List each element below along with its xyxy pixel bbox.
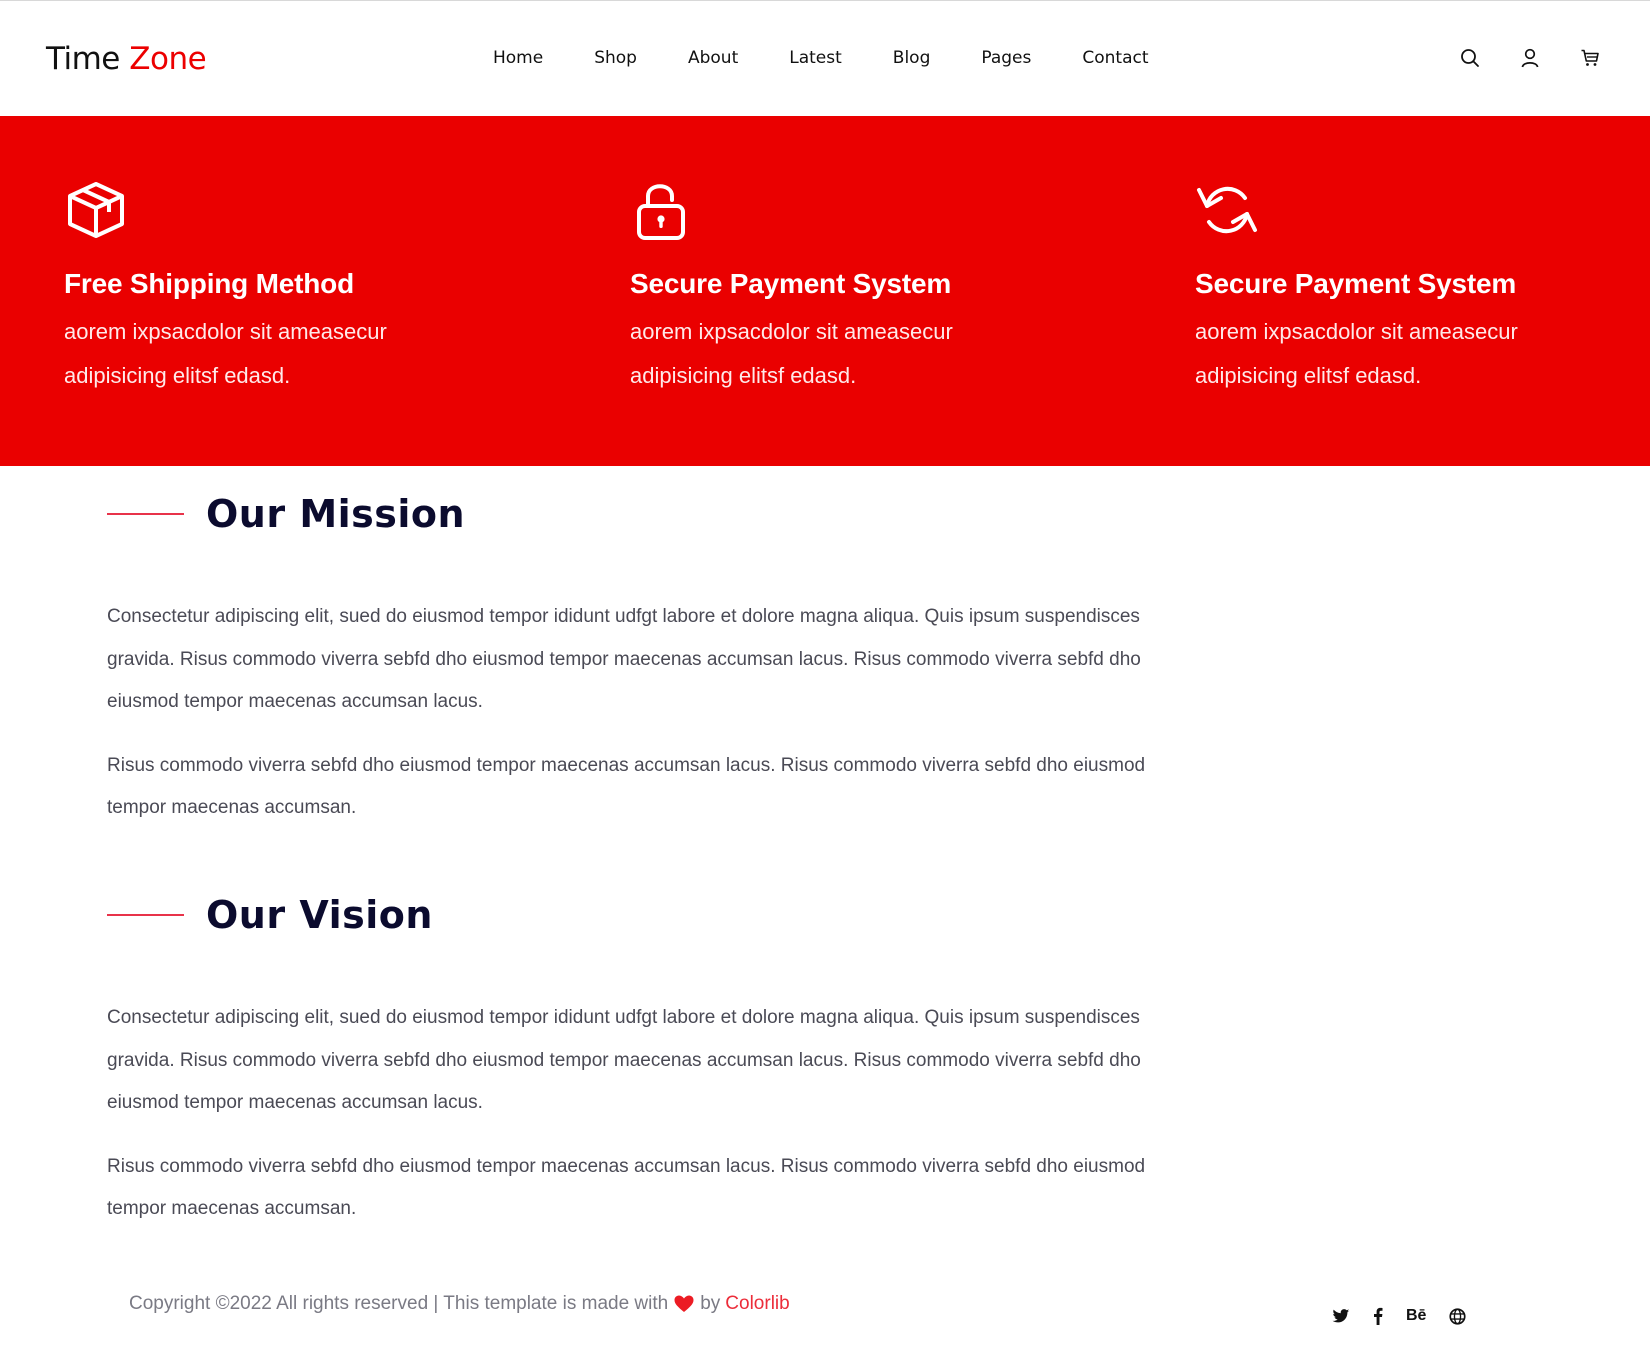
feature-desc: aorem ixpsacdolor sit ameasecur adipisici… (64, 319, 387, 388)
vision-paragraph-2: Risus commodo viverra sebfd dho eiusmod … (107, 1155, 1146, 1220)
search-icon[interactable] (1458, 46, 1482, 70)
mission-title: Our Mission (206, 492, 466, 536)
by-text: by (700, 1293, 721, 1314)
refresh-icon (1195, 178, 1650, 242)
feature-desc: aorem ixpsacdolor sit ameasecur adipisici… (630, 319, 953, 388)
logo-text-time: Time (46, 41, 120, 77)
mission-paragraph-2: Risus commodo viverra sebfd dho eiusmod … (107, 754, 1146, 819)
heart-icon (674, 1295, 694, 1313)
feature-title: Secure Payment System (630, 268, 952, 299)
globe-icon[interactable] (1449, 1306, 1467, 1326)
twitter-icon[interactable] (1332, 1306, 1350, 1326)
logo[interactable]: Time Zone (46, 41, 207, 77)
feature-title: Free Shipping Method (64, 268, 354, 299)
feature-secure-payment-2: Secure Payment System aorem ixpsacdolor … (1195, 178, 1650, 398)
behance-icon[interactable]: Bē (1406, 1306, 1426, 1326)
logo-text-zone: Zone (129, 41, 207, 77)
heading-rule (107, 914, 184, 916)
feature-title: Secure Payment System (1195, 268, 1517, 299)
vision-heading: Our Vision (107, 890, 1187, 940)
copyright-text: Copyright ©2022 All rights reserved | Th… (129, 1293, 669, 1314)
facebook-icon[interactable] (1373, 1306, 1383, 1326)
cart-icon[interactable] (1578, 46, 1602, 70)
mission-paragraph-1: Consectetur adipiscing elit, sued do eiu… (107, 606, 1141, 712)
mission-section: Our Mission Consectetur adipiscing elit,… (107, 489, 1187, 830)
features-band: Free Shipping Method aorem ixpsacdolor s… (0, 116, 1650, 466)
nav-blog[interactable]: Blog (893, 48, 931, 68)
vision-title: Our Vision (206, 893, 433, 937)
social-links: Bē (1332, 1306, 1467, 1326)
nav-about[interactable]: About (688, 48, 738, 68)
nav-latest[interactable]: Latest (789, 48, 842, 68)
feature-secure-payment: Secure Payment System aorem ixpsacdolor … (630, 178, 1150, 398)
feature-desc: aorem ixpsacdolor sit ameasecur adipisici… (1195, 319, 1518, 388)
nav-home[interactable]: Home (493, 48, 543, 68)
main-nav: Home Shop About Latest Blog Pages Contac… (493, 48, 1149, 68)
mission-heading: Our Mission (107, 489, 1187, 539)
vision-section: Our Vision Consectetur adipiscing elit, … (107, 890, 1187, 1231)
header-actions (1458, 46, 1602, 70)
nav-shop[interactable]: Shop (594, 48, 637, 68)
copyright: Copyright ©2022 All rights reserved | Th… (129, 1293, 790, 1315)
box-icon (64, 178, 584, 242)
site-header: Time Zone Home Shop About Latest Blog Pa… (0, 1, 1650, 116)
user-icon[interactable] (1518, 46, 1542, 70)
nav-contact[interactable]: Contact (1082, 48, 1148, 68)
colorlib-link[interactable]: Colorlib (725, 1293, 789, 1315)
nav-pages[interactable]: Pages (981, 48, 1031, 68)
vision-paragraph-1: Consectetur adipiscing elit, sued do eiu… (107, 1007, 1141, 1113)
heading-rule (107, 513, 184, 515)
lock-icon (630, 178, 1150, 242)
feature-shipping: Free Shipping Method aorem ixpsacdolor s… (64, 178, 584, 398)
